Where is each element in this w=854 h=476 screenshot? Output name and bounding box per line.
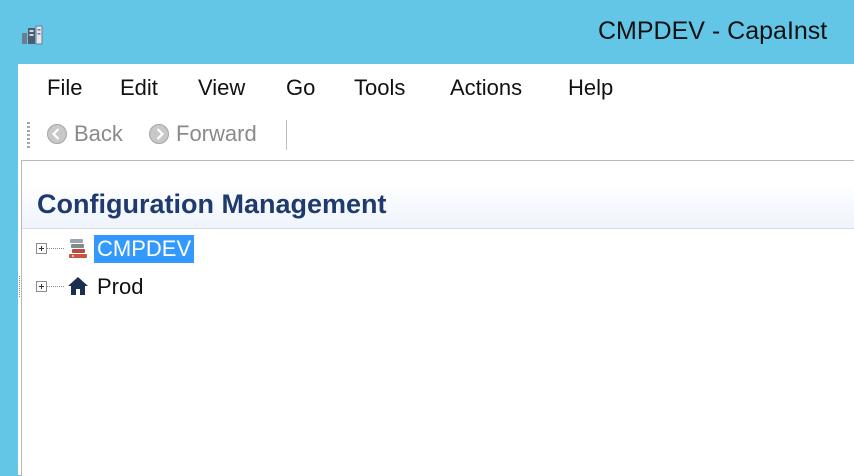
menu-go[interactable]: Go <box>286 75 315 101</box>
app-icon <box>20 24 44 46</box>
back-label: Back <box>74 121 123 146</box>
panel-title: Configuration Management <box>37 189 387 219</box>
forward-button[interactable]: Forward <box>148 120 257 148</box>
tree-node-label[interactable]: Prod <box>94 273 146 301</box>
toolbar-grip[interactable] <box>27 122 30 148</box>
configuration-panel: Configuration Management CMPDEV Prod <box>21 160 854 476</box>
menu-actions[interactable]: Actions <box>450 75 522 101</box>
back-arrow-icon <box>47 124 67 144</box>
menu-tools[interactable]: Tools <box>354 75 405 101</box>
menu-help[interactable]: Help <box>568 75 613 101</box>
menu-bar: File Edit View Go Tools Actions Help <box>18 64 854 108</box>
home-icon <box>66 274 90 298</box>
menu-file[interactable]: File <box>47 75 82 101</box>
tree-connector <box>47 286 65 287</box>
tree-connector <box>47 248 65 249</box>
tree-node-cmpdev[interactable]: CMPDEV <box>22 235 422 263</box>
tree-node-prod[interactable]: Prod <box>22 273 422 301</box>
forward-label: Forward <box>176 121 257 146</box>
tree-vertical-connector <box>19 276 20 298</box>
toolbar-separator <box>286 120 287 150</box>
main-window-client: File Edit View Go Tools Actions Help Bac… <box>18 64 854 476</box>
expand-toggle-prod[interactable] <box>36 281 47 292</box>
menu-view[interactable]: View <box>198 75 245 101</box>
menu-edit[interactable]: Edit <box>120 75 158 101</box>
toolbar: Back Forward <box>18 110 854 158</box>
server-stack-icon <box>66 236 90 260</box>
forward-arrow-icon <box>149 124 169 144</box>
window-title: CMPDEV - CapaInst <box>598 17 828 45</box>
back-button[interactable]: Back <box>46 120 123 148</box>
title-bar[interactable]: CMPDEV - CapaInst <box>0 0 854 64</box>
tree-node-label[interactable]: CMPDEV <box>94 235 195 263</box>
expand-toggle-cmpdev[interactable] <box>36 243 47 254</box>
panel-header: Configuration Management <box>22 184 854 229</box>
